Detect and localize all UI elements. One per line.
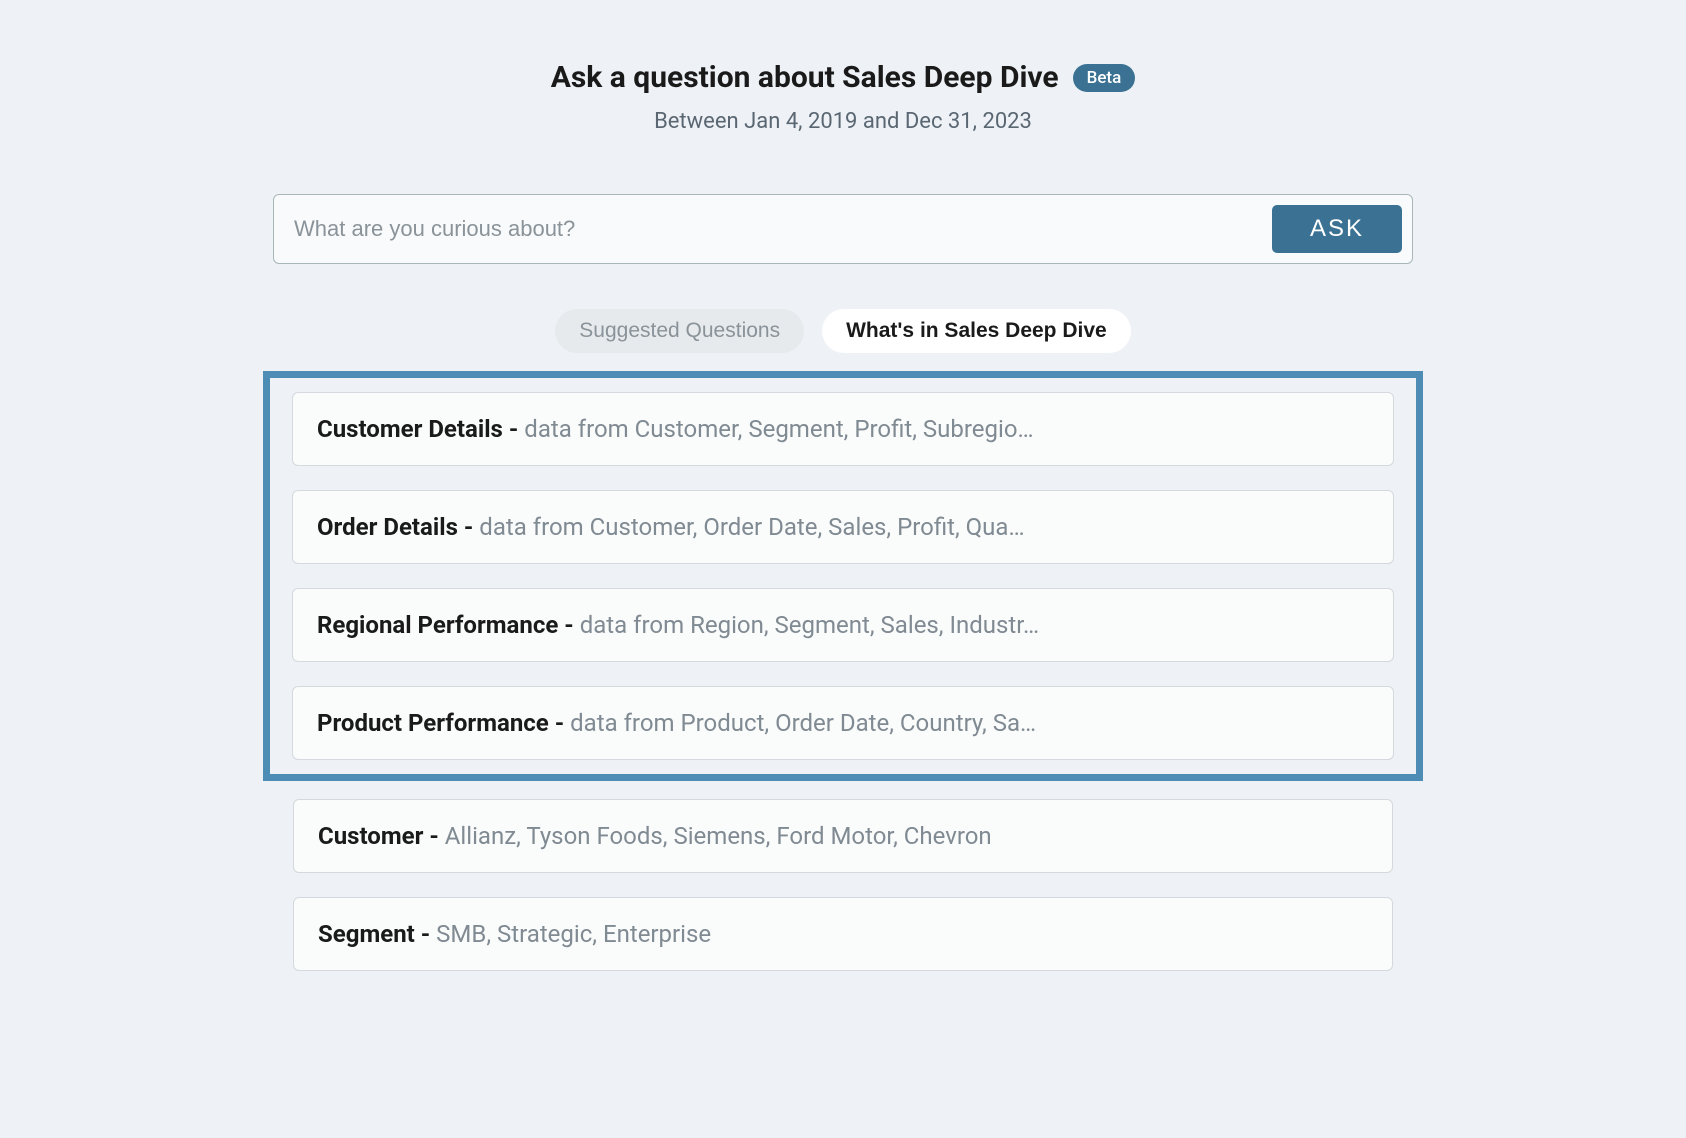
card-title: Product Performance -	[317, 709, 570, 737]
card-customer-details[interactable]: Customer Details - data from Customer, S…	[292, 392, 1394, 466]
card-title: Order Details -	[317, 513, 479, 541]
card-desc: data from Customer, Order Date, Sales, P…	[479, 513, 1024, 541]
card-segment[interactable]: Segment - SMB, Strategic, Enterprise	[293, 897, 1393, 971]
card-order-details[interactable]: Order Details - data from Customer, Orde…	[292, 490, 1394, 564]
card-desc: data from Region, Segment, Sales, Indust…	[580, 611, 1039, 639]
card-title: Regional Performance -	[317, 611, 580, 639]
page-title: Ask a question about Sales Deep Dive	[551, 60, 1059, 95]
tab-suggested-questions[interactable]: Suggested Questions	[555, 309, 804, 353]
card-title: Customer Details -	[317, 415, 524, 443]
card-customer[interactable]: Customer - Allianz, Tyson Foods, Siemens…	[293, 799, 1393, 873]
card-desc: data from Customer, Segment, Profit, Sub…	[524, 415, 1033, 443]
beta-badge: Beta	[1073, 64, 1136, 92]
card-title: Segment -	[318, 920, 436, 948]
card-desc: Allianz, Tyson Foods, Siemens, Ford Moto…	[445, 822, 992, 850]
date-range: Between Jan 4, 2019 and Dec 31, 2023	[193, 109, 1493, 134]
card-desc: data from Product, Order Date, Country, …	[570, 709, 1036, 737]
card-desc: SMB, Strategic, Enterprise	[436, 920, 711, 948]
card-regional-performance[interactable]: Regional Performance - data from Region,…	[292, 588, 1394, 662]
card-title: Customer -	[318, 822, 445, 850]
card-product-performance[interactable]: Product Performance - data from Product,…	[292, 686, 1394, 760]
highlighted-items-box: Customer Details - data from Customer, S…	[263, 371, 1423, 781]
search-input[interactable]	[294, 205, 1272, 253]
ask-button[interactable]: ASK	[1272, 205, 1402, 253]
search-bar: ASK	[273, 194, 1413, 264]
tab-whats-in[interactable]: What's in Sales Deep Dive	[822, 309, 1131, 353]
